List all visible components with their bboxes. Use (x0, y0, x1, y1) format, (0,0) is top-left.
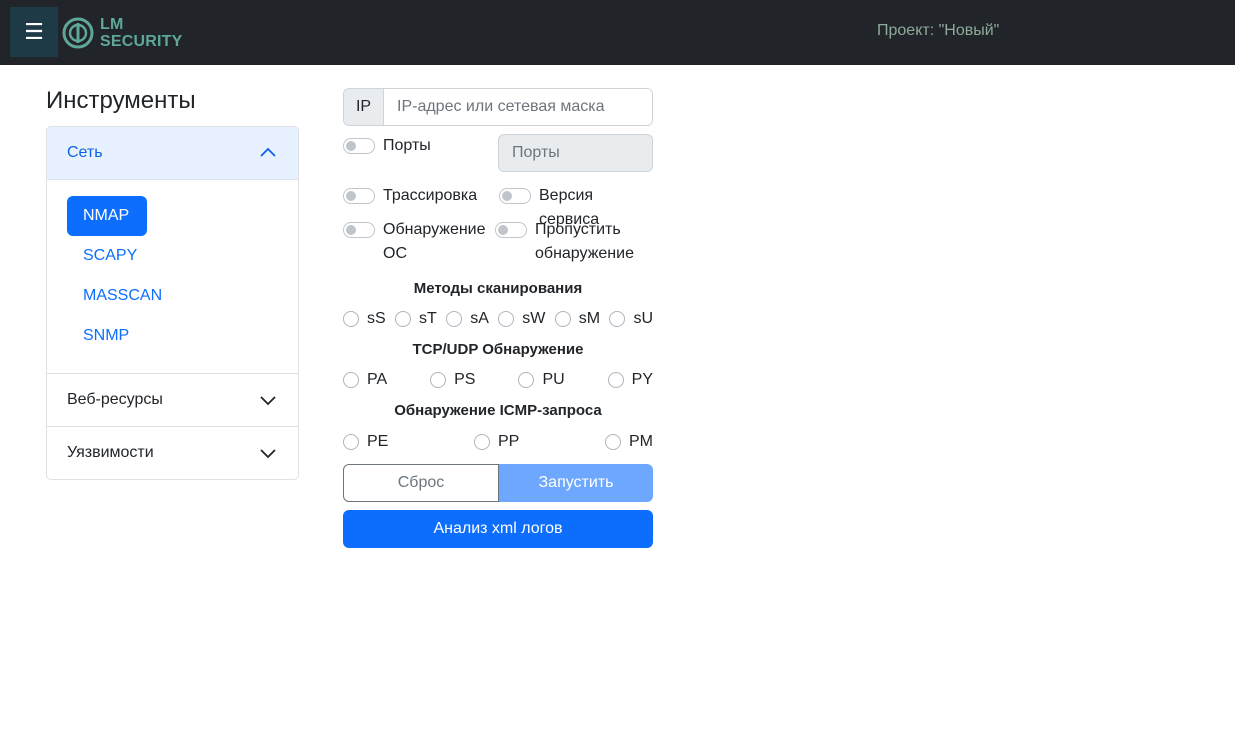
tcp-udp-radios: PA PS PU PY (343, 371, 653, 389)
tcp-udp-title: TCP/UDP Обнаружение (412, 341, 584, 358)
radio-label: PY (631, 371, 653, 388)
chevron-up-icon (260, 147, 276, 157)
radio-sU[interactable]: sU (609, 310, 653, 328)
reset-button[interactable]: Сброс (343, 464, 499, 502)
radio-label: PU (542, 371, 565, 388)
accordion-header-vulns[interactable]: Уязвимости (47, 426, 298, 479)
tools-accordion: Сеть NMAP SCAPY MASSCAN SNMP Веб-ресурсы… (46, 126, 299, 480)
skip-discovery-label-line2: обнаружение (535, 245, 634, 262)
tool-masscan[interactable]: MASSCAN (67, 276, 162, 316)
traceroute-switch-row: Трассировка (343, 184, 477, 208)
radio-label: PS (454, 371, 476, 388)
icmp-radios: PE PP PM (343, 433, 653, 451)
radio-sM[interactable]: sM (554, 310, 601, 328)
radio-PS[interactable]: PS (430, 371, 475, 389)
accordion-label: Веб-ресурсы (67, 391, 163, 408)
radio-circle[interactable] (430, 372, 447, 388)
ip-input[interactable] (384, 89, 652, 125)
radio-sS[interactable]: sS (343, 310, 386, 328)
skip-discovery-label: Пропустить обнаружение (535, 218, 634, 266)
skip-discovery-label-line1: Пропустить (535, 221, 621, 238)
accordion-label: Сеть (67, 144, 103, 161)
sidebar-title: Инструменты (46, 87, 196, 114)
radio-sT[interactable]: sT (395, 310, 437, 328)
skip-discovery-switch-row: Пропустить обнаружение (495, 218, 634, 266)
radio-label: sS (367, 310, 386, 327)
service-version-switch[interactable] (499, 188, 531, 204)
skip-discovery-switch[interactable] (495, 222, 527, 238)
radio-PP[interactable]: PP (474, 433, 519, 451)
chevron-down-icon (260, 396, 276, 406)
os-detection-label-line2: ОС (383, 245, 407, 262)
traceroute-label: Трассировка (383, 187, 478, 204)
radio-label: PA (367, 371, 388, 388)
logo-text: LM SECURITY (100, 16, 183, 50)
scan-methods-title: Методы сканирования (413, 280, 583, 297)
tool-scapy[interactable]: SCAPY (67, 236, 147, 276)
radio-circle[interactable] (609, 311, 626, 327)
ports-switch[interactable] (343, 138, 375, 154)
radio-label: sA (470, 310, 489, 327)
radio-circle[interactable] (343, 434, 359, 450)
radio-label: PP (498, 433, 520, 450)
traceroute-switch[interactable] (343, 188, 375, 204)
accordion-header-network[interactable]: Сеть (47, 127, 298, 180)
radio-label: sU (633, 310, 653, 327)
accordion-body-network: NMAP SCAPY MASSCAN SNMP (47, 180, 298, 373)
radio-label: sM (578, 310, 601, 327)
radio-label: sW (522, 310, 546, 327)
radio-circle[interactable] (343, 372, 359, 388)
accordion-header-web[interactable]: Веб-ресурсы (47, 373, 298, 426)
hamburger-icon: ☰ (24, 19, 44, 45)
radio-circle[interactable] (474, 434, 490, 450)
radio-label: PE (367, 433, 389, 450)
os-detection-switch-row: Обнаружение ОС (343, 218, 486, 266)
radio-circle[interactable] (554, 311, 571, 327)
ip-prefix: IP (344, 89, 384, 125)
navbar: ☰ LM SECURITY Проект: "Новый" (0, 0, 1235, 65)
icmp-title: Обнаружение ICMP-запроса (394, 402, 602, 419)
radio-label: PM (629, 433, 653, 450)
radio-PU[interactable]: PU (518, 371, 565, 389)
radio-circle[interactable] (395, 311, 412, 327)
radio-circle[interactable] (607, 372, 624, 388)
os-detection-label: Обнаружение ОС (383, 218, 486, 266)
scan-methods-radios: sS sT sA sW sM sU (343, 310, 653, 328)
action-buttons: Сброс Запустить (343, 464, 653, 502)
ip-input-group: IP (343, 88, 653, 126)
radio-PE[interactable]: PE (343, 433, 388, 451)
radio-circle[interactable] (605, 434, 621, 450)
radio-sW[interactable]: sW (498, 310, 545, 328)
tool-snmp[interactable]: SNMP (67, 316, 147, 356)
logo-icon (62, 17, 94, 49)
radio-sA[interactable]: sA (446, 310, 489, 328)
ports-label: Порты (383, 137, 431, 154)
xml-analysis-button[interactable]: Анализ xml логов (343, 510, 653, 548)
tool-nmap[interactable]: NMAP (67, 196, 147, 236)
ports-input[interactable]: Порты (498, 134, 653, 172)
radio-PY[interactable]: PY (607, 371, 653, 389)
chevron-down-icon (260, 449, 276, 459)
os-detection-switch[interactable] (343, 222, 375, 238)
radio-PA[interactable]: PA (343, 371, 387, 389)
radio-circle[interactable] (343, 311, 359, 327)
ports-switch-row: Порты (343, 134, 431, 158)
radio-label: sT (419, 310, 437, 327)
radio-PM[interactable]: PM (605, 433, 653, 451)
radio-circle[interactable] (518, 372, 535, 388)
os-detection-label-line1: Обнаружение (383, 221, 486, 238)
radio-circle[interactable] (446, 311, 463, 327)
accordion-label: Уязвимости (67, 444, 154, 461)
run-button[interactable]: Запустить (499, 464, 653, 502)
logo[interactable]: LM SECURITY (62, 14, 192, 54)
logo-line2: SECURITY (100, 33, 183, 50)
radio-circle[interactable] (498, 311, 515, 327)
logo-line1: LM (100, 16, 124, 33)
project-name: Проект: "Новый" (877, 22, 1000, 39)
menu-button[interactable]: ☰ (10, 7, 58, 57)
